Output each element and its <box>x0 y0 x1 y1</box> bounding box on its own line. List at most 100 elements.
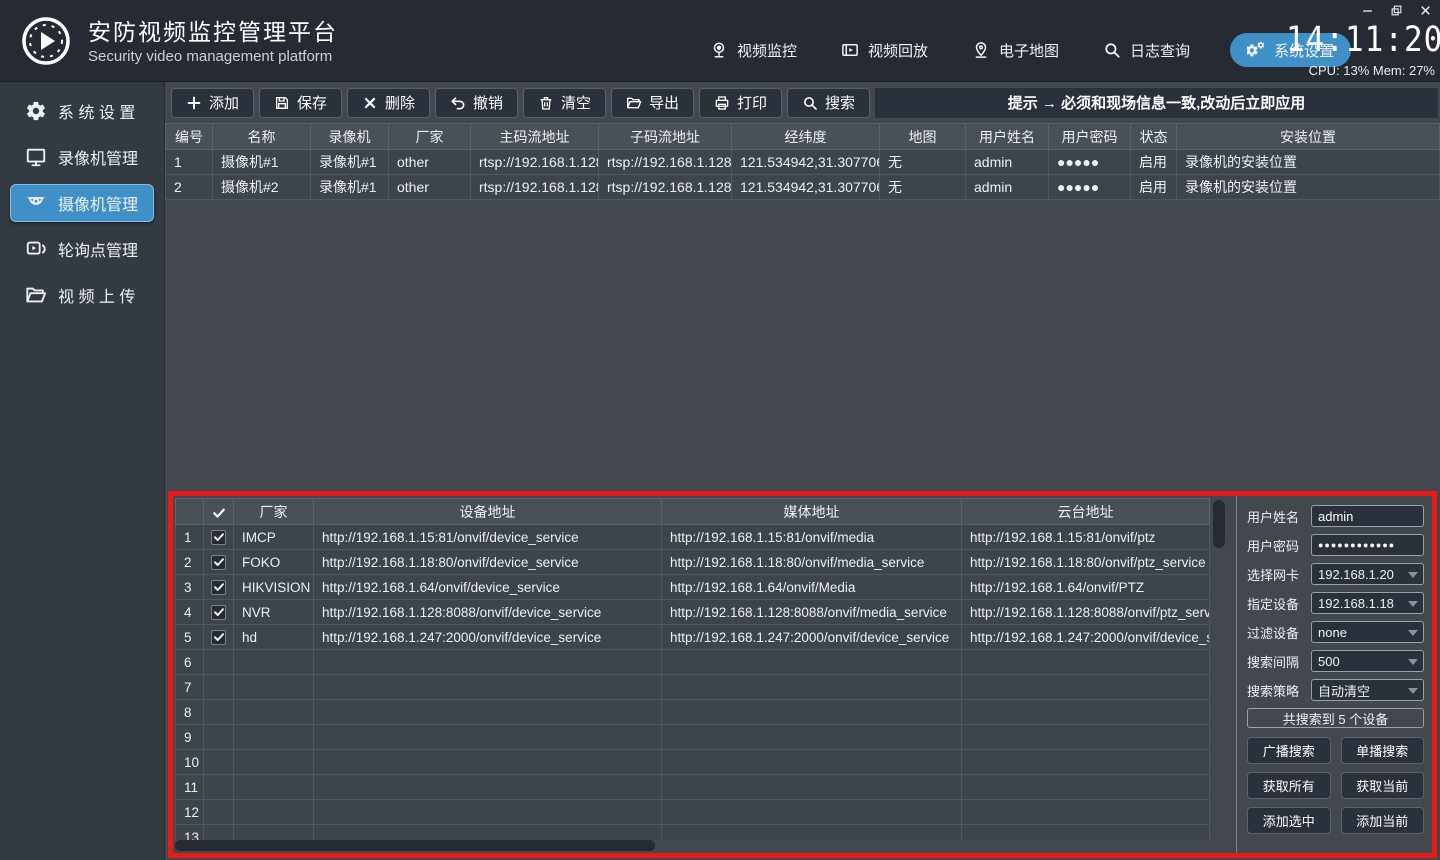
device-row[interactable]: 10 <box>176 750 1210 775</box>
app-subtitle: Security video management platform <box>88 48 332 65</box>
sidebar-item-system-settings[interactable]: 系 统 设 置 <box>10 92 154 130</box>
nav-log-query[interactable]: 日志查询 <box>1099 33 1194 67</box>
device-row[interactable]: 2 FOKO http://192.168.1.18:80/onvif/devi… <box>176 550 1210 575</box>
app-title: 安防视频监控管理平台 <box>88 13 338 47</box>
camera-table: 编号名称录像机厂家主码流地址子码流地址经纬度地图用户姓名用户密码状态安装位置 1… <box>165 123 1440 200</box>
row-checkbox[interactable] <box>211 530 226 545</box>
device-row[interactable]: 6 <box>176 650 1210 675</box>
row-checkbox[interactable] <box>211 555 226 570</box>
restore-icon[interactable] <box>1390 4 1403 17</box>
device-discovery-zone: 厂家设备地址媒体地址云台地址 1 IMCP http://192.168.1.1… <box>168 491 1437 858</box>
camera-table-row[interactable]: 1摄像机#1 录像机#1other rtsp://192.168.1.128:5… <box>166 150 1440 175</box>
select-all-checkbox[interactable] <box>204 499 234 525</box>
nav-video-monitor[interactable]: 视频监控 <box>706 33 801 67</box>
device-row[interactable]: 4 NVR http://192.168.1.128:8088/onvif/de… <box>176 600 1210 625</box>
column-header: 安装位置 <box>1177 124 1440 150</box>
column-header: 录像机 <box>311 124 389 150</box>
password-label: 用户密码 <box>1247 536 1305 555</box>
device-row[interactable]: 12 <box>176 800 1210 825</box>
monitor-icon <box>25 146 47 168</box>
search-result-status: 共搜索到 5 个设备 <box>1247 708 1424 728</box>
target-device-select[interactable]: 192.168.1.18 <box>1311 592 1424 614</box>
get-all-button[interactable]: 获取所有 <box>1247 772 1331 799</box>
search-button[interactable]: 搜索 <box>787 88 870 118</box>
column-header: 编号 <box>166 124 213 150</box>
password-field[interactable] <box>1311 534 1424 556</box>
vertical-scrollbar[interactable] <box>1213 500 1225 834</box>
delete-button[interactable]: 删除 <box>347 88 430 118</box>
x-icon <box>362 95 378 111</box>
column-header: 厂家 <box>389 124 471 150</box>
column-header: 用户姓名 <box>966 124 1049 150</box>
device-row[interactable]: 8 <box>176 700 1210 725</box>
device-row[interactable]: 1 IMCP http://192.168.1.15:81/onvif/devi… <box>176 525 1210 550</box>
device-table: 厂家设备地址媒体地址云台地址 1 IMCP http://192.168.1.1… <box>175 498 1210 840</box>
add-selected-button[interactable]: 添加选中 <box>1247 807 1331 834</box>
username-field[interactable] <box>1311 505 1424 527</box>
row-number-header <box>176 499 204 525</box>
add-button[interactable]: 添加 <box>171 88 254 118</box>
column-header: 厂家 <box>234 499 314 525</box>
search-strategy-select[interactable]: 自动清空 <box>1311 679 1424 701</box>
sidebar-item-polling-management[interactable]: 轮询点管理 <box>10 230 154 268</box>
app-logo-icon <box>20 15 72 67</box>
titlebar: 安防视频监控管理平台 Security video management pla… <box>0 0 1440 82</box>
window-controls <box>1361 4 1432 17</box>
column-header: 地图 <box>880 124 966 150</box>
horizontal-scrollbar[interactable] <box>175 840 1210 851</box>
sidebar-item-recorder-management[interactable]: 录像机管理 <box>10 138 154 176</box>
export-button[interactable]: 导出 <box>611 88 694 118</box>
device-row[interactable]: 9 <box>176 725 1210 750</box>
camera-table-row[interactable]: 2摄像机#2 录像机#1other rtsp://192.168.1.128:5… <box>166 175 1440 200</box>
check-icon <box>212 506 226 520</box>
search-strategy-label: 搜索策略 <box>1247 681 1305 700</box>
sidebar: 系 统 设 置 录像机管理 摄像机管理 轮询点管理 视 频 上 传 <box>0 82 165 860</box>
save-button[interactable]: 保存 <box>259 88 342 118</box>
scrollbar-thumb[interactable] <box>175 840 655 851</box>
device-row[interactable]: 5 hd http://192.168.1.247:2000/onvif/dev… <box>176 625 1210 650</box>
device-table-header-row: 厂家设备地址媒体地址云台地址 <box>176 499 1210 525</box>
minimize-icon[interactable] <box>1361 4 1374 17</box>
nic-label: 选择网卡 <box>1247 565 1305 584</box>
print-button[interactable]: 打印 <box>699 88 782 118</box>
sidebar-item-video-upload[interactable]: 视 频 上 传 <box>10 276 154 314</box>
close-icon[interactable] <box>1419 4 1432 17</box>
search-interval-select[interactable]: 500 <box>1311 650 1424 672</box>
add-current-button[interactable]: 添加当前 <box>1341 807 1425 834</box>
nic-select[interactable]: 192.168.1.20 <box>1311 563 1424 585</box>
row-checkbox[interactable] <box>211 630 226 645</box>
clear-button[interactable]: 清空 <box>523 88 606 118</box>
map-pin-icon <box>972 41 990 59</box>
unicast-search-button[interactable]: 单播搜索 <box>1341 737 1425 764</box>
column-header: 媒体地址 <box>662 499 962 525</box>
device-row[interactable]: 13 <box>176 825 1210 841</box>
row-checkbox[interactable] <box>211 605 226 620</box>
webcam-icon <box>710 41 728 59</box>
export-folder-icon <box>626 95 642 111</box>
dome-camera-icon <box>25 192 47 214</box>
filter-device-label: 过滤设备 <box>1247 623 1305 642</box>
filter-device-select[interactable]: none <box>1311 621 1424 643</box>
device-row[interactable]: 7 <box>176 675 1210 700</box>
sidebar-item-camera-management[interactable]: 摄像机管理 <box>10 184 154 222</box>
check-icon <box>213 631 225 643</box>
undo-button[interactable]: 撤销 <box>435 88 518 118</box>
nav-e-map[interactable]: 电子地图 <box>968 33 1063 67</box>
device-table-wrap: 厂家设备地址媒体地址云台地址 1 IMCP http://192.168.1.1… <box>175 498 1210 840</box>
device-row[interactable]: 11 <box>176 775 1210 800</box>
device-row[interactable]: 3 HIKVISION http://192.168.1.64/onvif/de… <box>176 575 1210 600</box>
search-icon <box>802 95 818 111</box>
search-interval-label: 搜索间隔 <box>1247 652 1305 671</box>
row-checkbox[interactable] <box>211 580 226 595</box>
onvif-search-panel: 用户姓名 用户密码 选择网卡192.168.1.20 指定设备192.168.1… <box>1236 496 1432 853</box>
column-header: 用户密码 <box>1049 124 1131 150</box>
check-icon <box>213 606 225 618</box>
check-icon <box>213 581 225 593</box>
broadcast-search-button[interactable]: 广播搜索 <box>1247 737 1331 764</box>
cpu-mem-stats: CPU: 13% Mem: 27% <box>1309 63 1435 78</box>
nav-video-playback[interactable]: 视频回放 <box>837 33 932 67</box>
column-header: 经纬度 <box>732 124 880 150</box>
get-current-button[interactable]: 获取当前 <box>1341 772 1425 799</box>
scrollbar-thumb[interactable] <box>1213 500 1225 548</box>
printer-icon <box>714 95 730 111</box>
